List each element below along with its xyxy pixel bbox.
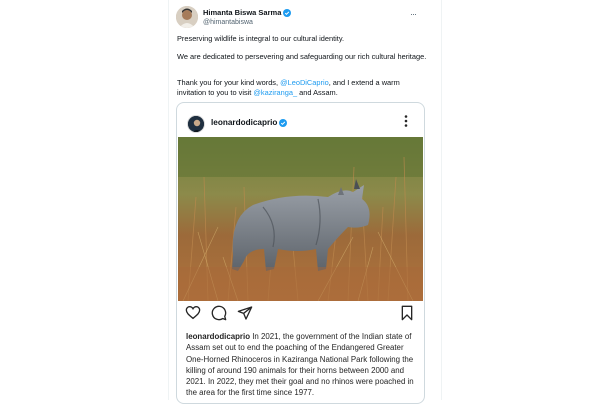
author-name[interactable]: Himanta Biswa Sarma bbox=[203, 8, 281, 18]
instagram-username-row: leonardodicaprio bbox=[211, 118, 288, 127]
mention-kaziranga-link[interactable]: @kaziranga_ bbox=[253, 88, 297, 97]
tweet-author: Himanta Biswa Sarma @himantabiswa bbox=[203, 8, 292, 28]
caption-text: In 2021, the government of the Indian st… bbox=[186, 332, 414, 398]
heart-icon[interactable] bbox=[185, 305, 201, 321]
caption-username[interactable]: leonardodicaprio bbox=[186, 332, 250, 341]
instagram-avatar[interactable] bbox=[187, 115, 205, 133]
instagram-action-bar bbox=[177, 305, 424, 325]
verified-badge-icon bbox=[283, 9, 292, 17]
instagram-caption: leonardodicaprio In 2021, the government… bbox=[186, 331, 418, 399]
rhino-photo[interactable] bbox=[178, 137, 423, 301]
tweet-paragraph-3: Thank you for your kind words, @LeoDiCap… bbox=[177, 78, 427, 98]
instagram-username[interactable]: leonardodicaprio bbox=[211, 118, 277, 127]
tweet-paragraph-2: We are dedicated to persevering and safe… bbox=[177, 52, 427, 61]
comment-icon[interactable] bbox=[211, 305, 227, 321]
tweet-paragraph-1: Preserving wildlife is integral to our c… bbox=[177, 34, 345, 43]
verified-badge-icon bbox=[279, 118, 288, 127]
instagram-embed-card[interactable]: leonardodicaprio leonardodicaprio In 202… bbox=[176, 102, 425, 404]
author-avatar[interactable] bbox=[176, 6, 198, 28]
bookmark-icon[interactable] bbox=[399, 305, 415, 321]
more-dots-icon[interactable] bbox=[403, 114, 409, 128]
mention-leodicaprio-link[interactable]: @LeoDiCaprio bbox=[280, 78, 329, 87]
tweet-text-segment: Thank you for your kind words, bbox=[177, 78, 281, 87]
tweet-text-segment: and Assam. bbox=[297, 88, 338, 97]
send-icon[interactable] bbox=[237, 305, 253, 321]
author-handle[interactable]: @himantabiswa bbox=[203, 18, 291, 28]
tweet-more-icon[interactable]: ··· bbox=[410, 9, 417, 19]
